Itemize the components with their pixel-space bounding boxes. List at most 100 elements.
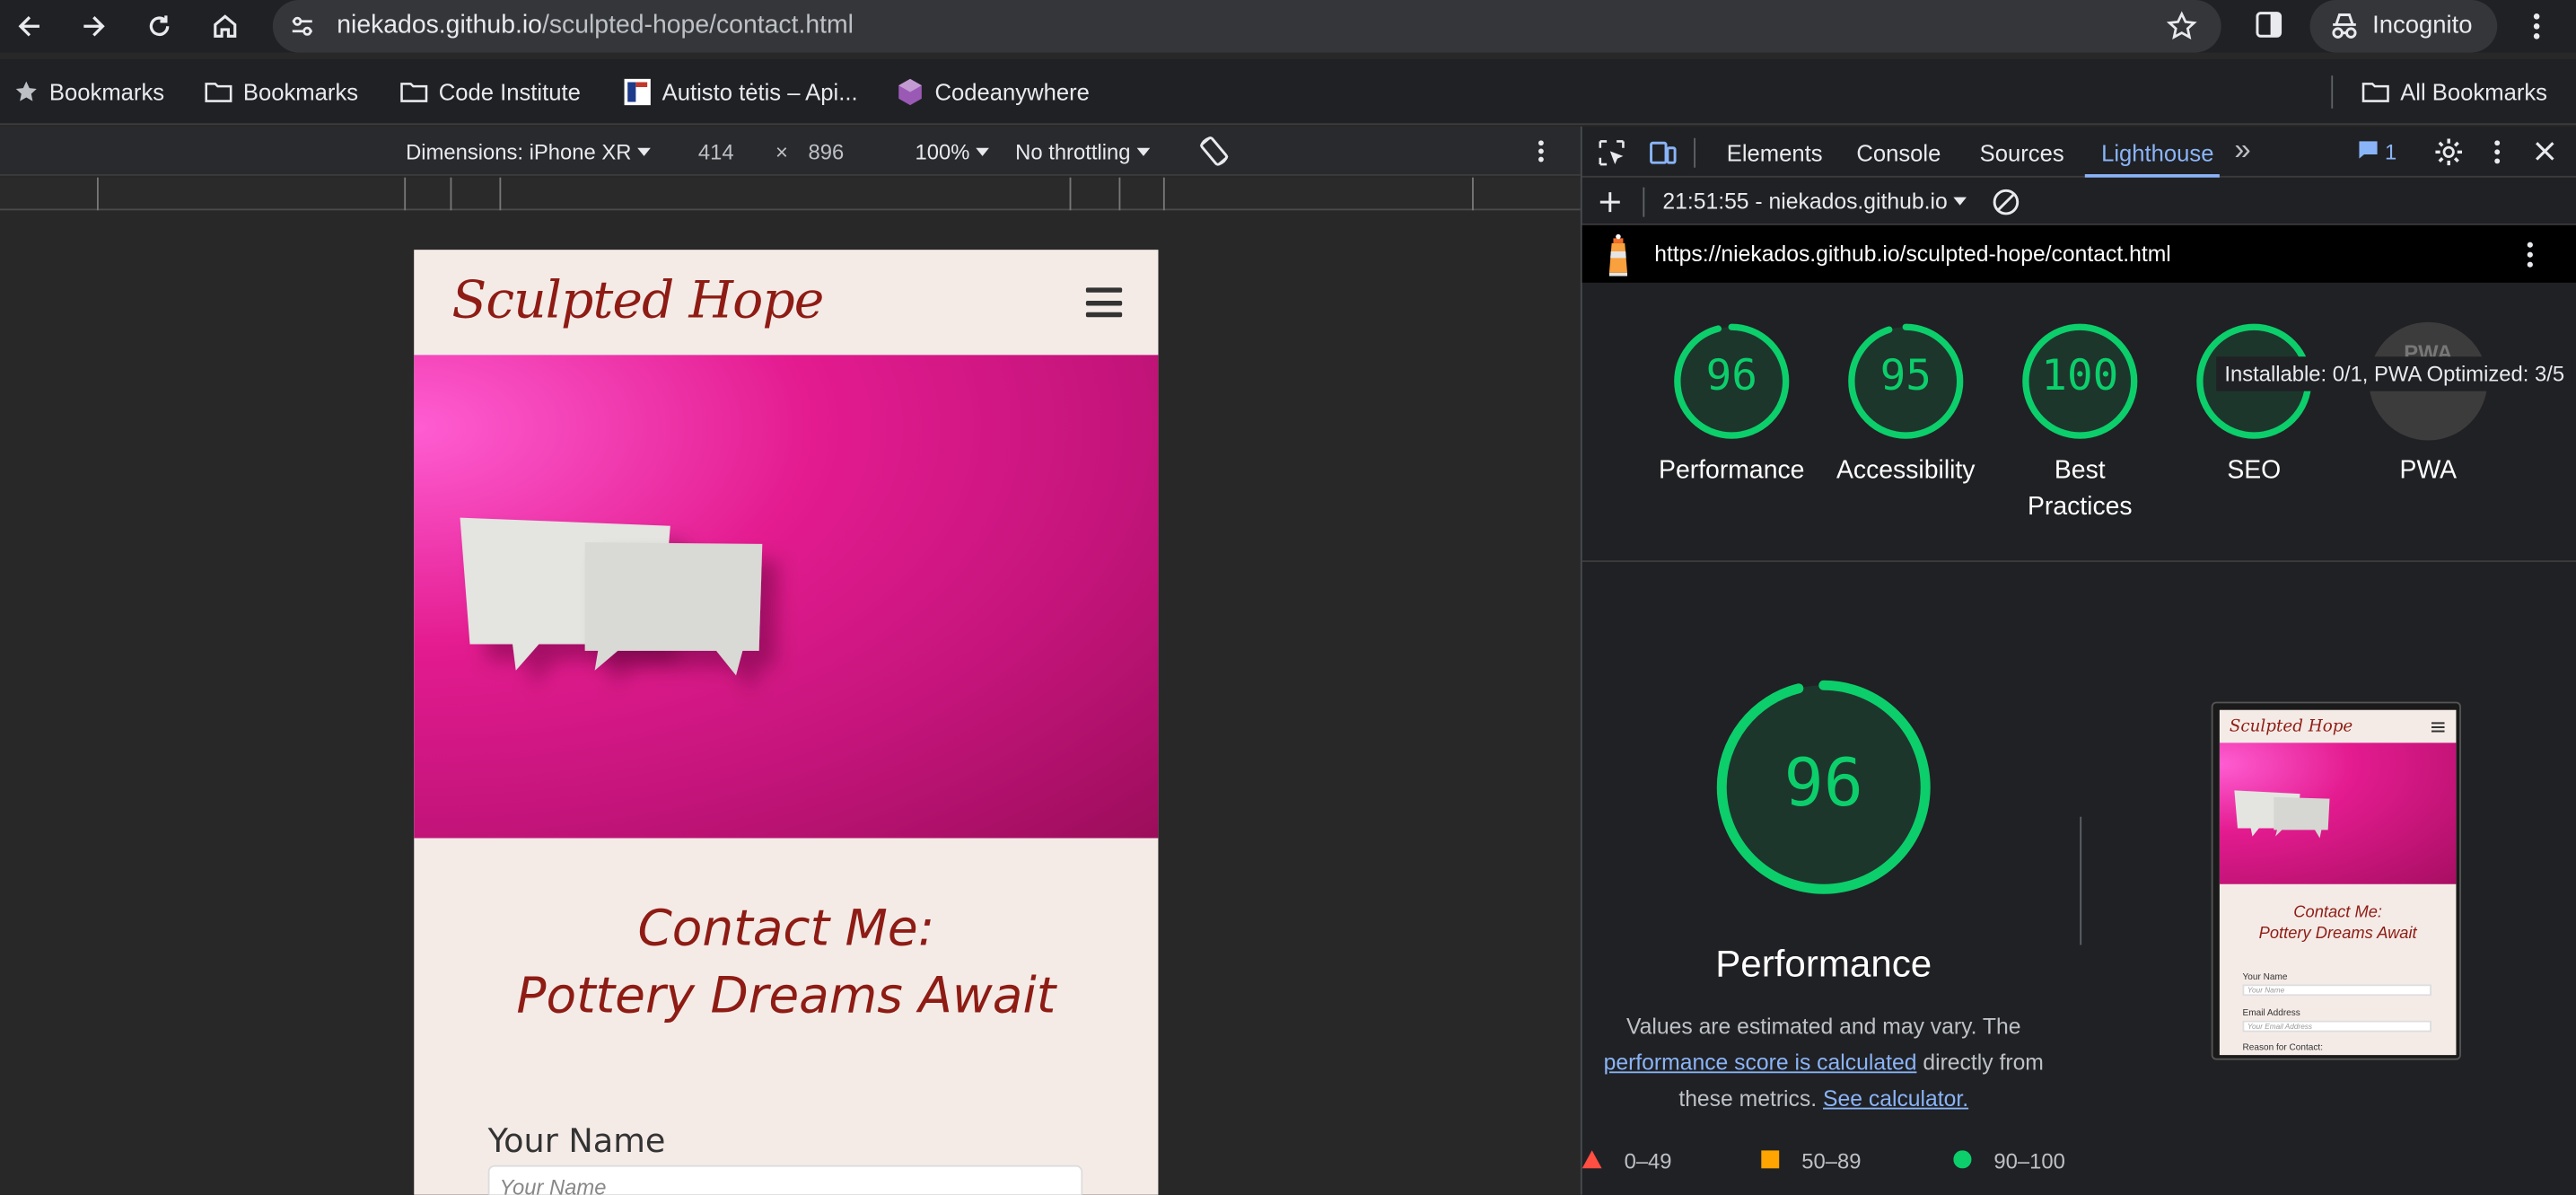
green-circle-icon bbox=[1953, 1150, 1972, 1169]
tab-console[interactable]: Console bbox=[1856, 140, 1941, 166]
performance-big-score: 96 bbox=[1783, 746, 1863, 822]
more-tabs-icon[interactable]: » bbox=[2234, 133, 2250, 167]
bookmark-codeanywhere[interactable]: Codeanywhere bbox=[896, 77, 1090, 107]
browser-top-bar: niekados.github.io/sculpted-hope/contact… bbox=[0, 0, 2576, 53]
tab-elements[interactable]: Elements bbox=[1727, 140, 1823, 166]
device-dimensions-select[interactable]: Dimensions: iPhone XR bbox=[406, 140, 652, 164]
hamburger-menu-icon[interactable] bbox=[1085, 287, 1123, 318]
rotate-icon[interactable] bbox=[1196, 133, 1232, 169]
thumb-label-name: Your Name bbox=[2242, 972, 2288, 983]
bookmarks-bar: Bookmarks Bookmarks Code Institute Autis… bbox=[0, 58, 2576, 126]
contact-heading-line2: Pottery Dreams Await bbox=[516, 968, 1056, 1026]
lighthouse-toolbar: 21:51:55 - niekados.github.io bbox=[1582, 180, 2576, 225]
accessibility-label: Accessibility bbox=[1836, 456, 1976, 485]
folder-icon bbox=[2361, 83, 2389, 102]
back-arrow-icon[interactable] bbox=[10, 6, 49, 46]
page-screenshot-thumbnail[interactable]: Sculpted Hope Contact Me: Pottery Dreams… bbox=[2211, 701, 2461, 1060]
score-calculated-link[interactable]: performance score is calculated bbox=[1604, 1050, 1917, 1075]
thumb-label-email: Email Address bbox=[2242, 1008, 2300, 1019]
speech-bubbles-illustration bbox=[460, 517, 763, 676]
thumb-heading: Contact Me: Pottery Dreams Await bbox=[2258, 903, 2417, 944]
devtools-menu-icon[interactable] bbox=[2487, 138, 2507, 166]
report-select[interactable]: 21:51:55 - niekados.github.io bbox=[1662, 189, 1967, 214]
devtools-panel: Elements Console Sources Lighthouse » 1 … bbox=[1580, 126, 2576, 1195]
reload-icon[interactable] bbox=[140, 6, 180, 46]
url-text[interactable]: niekados.github.io/sculpted-hope/contact… bbox=[337, 12, 854, 41]
inspect-element-icon[interactable] bbox=[1597, 138, 1626, 168]
name-field[interactable]: Your Name bbox=[487, 1164, 1083, 1195]
settings-gear-icon[interactable] bbox=[2433, 136, 2465, 168]
forward-arrow-icon[interactable] bbox=[74, 6, 113, 46]
name-field-label: Your Name bbox=[487, 1120, 666, 1161]
incognito-badge[interactable]: Incognito bbox=[2309, 0, 2498, 53]
clear-reports-icon[interactable] bbox=[1991, 188, 2020, 217]
browser-menu-icon[interactable] bbox=[2523, 10, 2549, 43]
thumb-logo: Sculpted Hope bbox=[2229, 717, 2353, 737]
device-viewport: Sculpted Hope Contact Me: Pottery Dreams… bbox=[0, 212, 1581, 1195]
site-logo[interactable]: Sculpted Hope bbox=[451, 271, 824, 330]
gauge-best-practices[interactable]: 100 Best Practices bbox=[2014, 315, 2145, 521]
contact-heading-line1: Contact Me: bbox=[637, 901, 935, 959]
bookmark-all-bookmarks[interactable]: All Bookmarks bbox=[2361, 77, 2547, 107]
folder-icon bbox=[400, 83, 428, 102]
thumb-input-name: Your Name bbox=[2242, 984, 2431, 997]
bookmarks-separator bbox=[2331, 75, 2334, 109]
device-toolbar: Dimensions: iPhone XR 414 × 896 100% No … bbox=[0, 126, 1581, 176]
report-url[interactable]: https://niekados.github.io/sculpted-hope… bbox=[1654, 242, 2171, 266]
contact-heading: Contact Me: Pottery Dreams Await bbox=[414, 896, 1158, 1031]
performance-section-title: Performance bbox=[1715, 941, 1932, 985]
issues-count: 1 bbox=[2385, 139, 2397, 165]
bookmark-autisto-tetis[interactable]: Autisto tėtis – Api... bbox=[623, 77, 858, 107]
emulated-page: Sculpted Hope Contact Me: Pottery Dreams… bbox=[414, 250, 1159, 1195]
bookmark-bookmarks-folder[interactable]: Bookmarks bbox=[204, 77, 358, 107]
thumb-label-reason: Reason for Contact: bbox=[2242, 1043, 2324, 1054]
zoom-select[interactable]: 100% bbox=[916, 140, 990, 164]
tab-sources[interactable]: Sources bbox=[1980, 140, 2064, 166]
thumb-hamburger-icon bbox=[2431, 722, 2445, 733]
device-width-input[interactable]: 414 bbox=[698, 140, 734, 164]
bookmark-star-icon[interactable] bbox=[2165, 10, 2198, 43]
device-toolbar-menu-icon[interactable] bbox=[1529, 138, 1553, 164]
device-height-input[interactable]: 896 bbox=[809, 140, 845, 164]
dimensions-times-icon: × bbox=[775, 139, 788, 165]
site-header: Sculpted Hope bbox=[414, 250, 1159, 356]
issues-badge[interactable]: 1 bbox=[2358, 139, 2397, 165]
folder-icon bbox=[205, 83, 232, 102]
performance-score: 96 bbox=[1705, 351, 1757, 401]
lighthouse-logo-icon bbox=[1608, 233, 1628, 277]
browser-window: niekados.github.io/sculpted-hope/contact… bbox=[0, 0, 2576, 1195]
address-bar[interactable]: niekados.github.io/sculpted-hope/contact… bbox=[272, 0, 2221, 53]
site-settings-icon[interactable] bbox=[289, 13, 315, 40]
tab-lighthouse[interactable]: Lighthouse bbox=[2101, 140, 2213, 166]
summary-divider bbox=[1582, 560, 2576, 562]
performance-description: Values are estimated and may vary. The p… bbox=[1603, 1014, 2044, 1112]
media-query-ruler[interactable] bbox=[0, 177, 1581, 211]
gauge-accessibility[interactable]: 95 Accessibility bbox=[1836, 315, 1976, 485]
device-toggle-icon[interactable] bbox=[1648, 138, 1678, 168]
legend-pass: 90–100 bbox=[1953, 1148, 2065, 1173]
see-calculator-link[interactable]: See calculator. bbox=[1823, 1086, 1968, 1111]
devtools-tabbar: Elements Console Sources Lighthouse » 1 bbox=[1582, 127, 2576, 178]
gauge-performance[interactable]: 96 Performance bbox=[1659, 315, 1804, 485]
legend-average: 50–89 bbox=[1761, 1148, 1861, 1173]
side-panel-icon[interactable] bbox=[2254, 10, 2283, 40]
cube-icon bbox=[898, 78, 922, 106]
orange-square-icon bbox=[1761, 1150, 1780, 1169]
bookmark-bookmarks-star[interactable]: Bookmarks bbox=[13, 77, 164, 107]
throttling-select[interactable]: No throttling bbox=[1015, 140, 1151, 164]
best-practices-score: 100 bbox=[2041, 351, 2119, 401]
close-devtools-icon[interactable] bbox=[2533, 140, 2556, 163]
lighthouse-report-header: https://niekados.github.io/sculpted-hope… bbox=[1582, 224, 2576, 283]
home-icon[interactable] bbox=[206, 6, 245, 46]
thumb-hero bbox=[2219, 742, 2457, 884]
report-menu-icon[interactable] bbox=[2520, 238, 2540, 271]
new-report-plus-icon[interactable] bbox=[1597, 189, 1623, 215]
incognito-label: Incognito bbox=[2372, 11, 2473, 40]
thumb-input-email: Your Email Address bbox=[2242, 1020, 2431, 1032]
message-icon bbox=[2359, 141, 2378, 159]
accessibility-score: 95 bbox=[1879, 351, 1932, 401]
pwa-label: PWA bbox=[2399, 456, 2458, 485]
bookmark-code-institute[interactable]: Code Institute bbox=[399, 77, 581, 107]
star-icon bbox=[15, 81, 37, 101]
report-vertical-separator bbox=[2080, 816, 2082, 945]
